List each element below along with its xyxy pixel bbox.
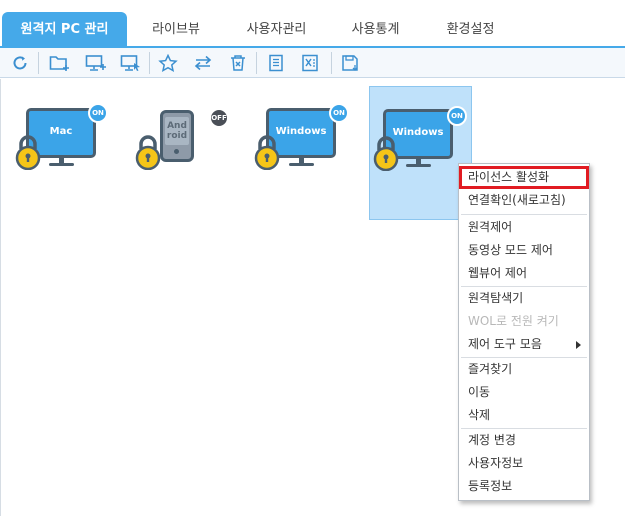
menu-item-remote-explorer[interactable]: 원격탐색기	[459, 287, 589, 310]
tab-remote-pc-management[interactable]: 원격지 PC 관리	[2, 12, 127, 48]
submenu-arrow-icon	[576, 341, 581, 349]
main-tab-bar: 원격지 PC 관리 라이브뷰 사용자관리 사용통계 환경설정	[0, 0, 625, 48]
refresh-icon[interactable]	[8, 51, 32, 75]
device-android[interactable]: And roid OFF	[130, 88, 229, 218]
delete-icon[interactable]	[226, 51, 250, 75]
toolbar-divider	[149, 52, 150, 74]
monitor-base	[406, 164, 431, 167]
remote-select-icon[interactable]	[119, 51, 143, 75]
status-badge: ON	[329, 103, 349, 123]
device-label-line1: And	[167, 121, 187, 131]
menu-item-user-info[interactable]: 사용자정보	[459, 452, 589, 475]
tab-live-view[interactable]: 라이브뷰	[127, 12, 225, 48]
menu-item-properties[interactable]: 등록정보	[459, 475, 589, 498]
add-folder-icon[interactable]	[48, 51, 72, 75]
phone-icon: And roid	[160, 110, 194, 162]
toolbar-divider	[256, 52, 257, 74]
tab-user-management[interactable]: 사용자관리	[225, 12, 328, 48]
monitor-base	[289, 163, 314, 166]
device-windows-2[interactable]: Windows ON	[369, 86, 472, 220]
menu-item-video-mode-control[interactable]: 동영상 모드 제어	[459, 239, 589, 262]
toolbar	[0, 48, 625, 78]
memo-icon[interactable]	[264, 51, 288, 75]
lock-icon	[15, 135, 41, 170]
status-badge: ON	[447, 106, 467, 126]
phone-home-button	[174, 149, 179, 154]
menu-item-connection-check[interactable]: 연결확인(새로고침)	[459, 189, 589, 212]
toolbar-divider	[38, 52, 39, 74]
lock-icon	[135, 135, 161, 170]
menu-item-remote-control[interactable]: 원격제어	[459, 216, 589, 239]
tab-usage-statistics[interactable]: 사용통계	[328, 12, 423, 48]
menu-item-favorites[interactable]: 즐겨찾기	[459, 358, 589, 381]
lock-icon	[254, 135, 280, 170]
phone-screen: And roid	[165, 117, 189, 145]
excel-export-icon[interactable]	[299, 51, 323, 75]
lock-icon	[373, 136, 399, 171]
save-icon[interactable]	[339, 51, 363, 75]
menu-item-delete[interactable]: 삭제	[459, 404, 589, 427]
status-badge: OFF	[209, 108, 229, 128]
device-windows-1[interactable]: Windows ON	[251, 88, 349, 218]
menu-item-label: 제어 도구 모음	[468, 337, 542, 351]
device-label-line2: roid	[166, 131, 188, 141]
status-badge: ON	[88, 103, 108, 123]
monitor-base	[49, 163, 74, 166]
menu-item-wol-power-on: WOL로 전원 켜기	[468, 314, 559, 328]
move-icon[interactable]	[191, 51, 215, 75]
context-menu: 라이선스 활성화 연결확인(새로고침) 원격제어 동영상 모드 제어 웹뷰어 제…	[458, 163, 590, 501]
menu-separator	[461, 214, 587, 215]
menu-item-change-account[interactable]: 계정 변경	[459, 429, 589, 452]
toolbar-divider	[331, 52, 332, 74]
add-pc-icon[interactable]	[84, 51, 108, 75]
menu-item-web-viewer-control[interactable]: 웹뷰어 제어	[459, 262, 589, 285]
menu-item-control-tools[interactable]: 제어 도구 모음	[459, 333, 589, 356]
tab-settings[interactable]: 환경설정	[423, 12, 518, 48]
menu-item-move[interactable]: 이동	[459, 381, 589, 404]
device-mac[interactable]: Mac ON	[11, 88, 109, 218]
favorite-icon[interactable]	[156, 51, 180, 75]
menu-item-license-activation[interactable]: 라이선스 활성화	[459, 166, 589, 189]
device-label: And roid	[165, 121, 189, 141]
